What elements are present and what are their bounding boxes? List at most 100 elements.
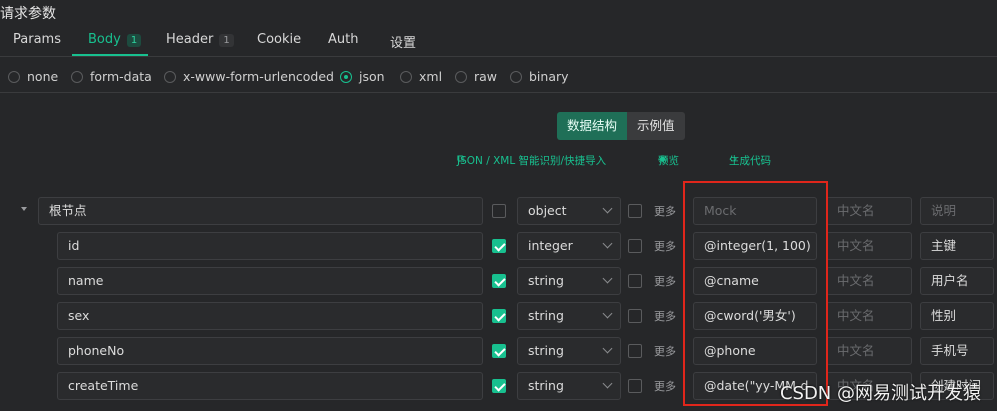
link-label: JSON / XML 智能识别/快捷导入 xyxy=(457,155,607,167)
schema-row: phoneNo string 更多 @phone 中文名 手机号 xyxy=(0,337,997,367)
nullable-checkbox[interactable] xyxy=(628,239,642,253)
mock-input[interactable]: @cname xyxy=(693,267,817,295)
count-badge: 1 xyxy=(126,34,142,47)
radio-label: none xyxy=(27,69,59,84)
nullable-checkbox[interactable] xyxy=(628,379,642,393)
mock-input[interactable]: @integer(1, 100) xyxy=(693,232,817,260)
link-label: 预览 xyxy=(658,155,679,167)
field-name-input[interactable]: createTime xyxy=(57,372,483,400)
nullable-checkbox[interactable] xyxy=(628,274,642,288)
type-value: string xyxy=(528,273,564,288)
cn-name-input[interactable]: 中文名 xyxy=(826,232,912,260)
watermark: CSDN @网易测试开发猿 xyxy=(779,383,981,404)
radio-icon xyxy=(71,70,83,83)
view-mode-switch: 数据结构 示例值 xyxy=(557,112,685,140)
radio-icon xyxy=(164,70,176,83)
more-button[interactable]: 更多 xyxy=(654,378,676,394)
type-select[interactable]: string xyxy=(517,302,621,330)
more-button[interactable]: 更多 xyxy=(654,238,676,254)
radio-label: binary xyxy=(529,69,569,84)
description-input[interactable]: 说明 xyxy=(920,197,994,225)
type-select[interactable]: object xyxy=(517,197,621,225)
radio-json[interactable]: json xyxy=(340,69,385,84)
radio-raw[interactable]: raw xyxy=(455,69,497,84)
radio-icon xyxy=(510,70,522,83)
radio-binary[interactable]: binary xyxy=(510,69,569,84)
count-badge: 1 xyxy=(219,34,234,47)
schema-row: name string 更多 @cname 中文名 用户名 xyxy=(0,267,997,297)
mock-input[interactable]: Mock xyxy=(693,197,817,225)
tab-label: Auth xyxy=(328,32,359,47)
tab-label: Params xyxy=(13,32,61,47)
active-tab-indicator xyxy=(72,54,148,56)
chevron-down-icon xyxy=(602,343,613,354)
type-select[interactable]: string xyxy=(517,372,621,400)
cn-name-input[interactable]: 中文名 xyxy=(826,302,912,330)
type-select[interactable]: string xyxy=(517,337,621,365)
field-name-input[interactable]: name xyxy=(57,267,483,295)
radio-form-data[interactable]: form-data xyxy=(71,69,152,84)
tab-label: Body xyxy=(88,32,121,47)
radio-x-www-form-urlencoded[interactable]: x-www-form-urlencoded xyxy=(164,69,334,84)
radio-icon xyxy=(8,70,20,83)
description-input[interactable]: 性别 xyxy=(920,302,994,330)
collapse-caret-icon[interactable] xyxy=(21,207,27,211)
mock-input[interactable]: @phone xyxy=(693,337,817,365)
cn-name-input[interactable]: 中文名 xyxy=(826,337,912,365)
body-type-radio-group: none form-data x-www-form-urlencoded jso… xyxy=(0,62,997,93)
tab-settings[interactable]: 设置 xyxy=(390,32,416,51)
chevron-down-icon xyxy=(602,238,613,249)
radio-label: raw xyxy=(474,69,498,84)
radio-icon xyxy=(400,70,412,83)
tab-cookie[interactable]: Cookie xyxy=(257,32,301,47)
schema-row: sex string 更多 @cword('男女') 中文名 性别 xyxy=(0,302,997,332)
required-checkbox[interactable] xyxy=(492,309,506,323)
required-checkbox[interactable] xyxy=(492,344,506,358)
required-checkbox[interactable] xyxy=(492,379,506,393)
cn-name-input[interactable]: 中文名 xyxy=(826,197,912,225)
link-label: 生成代码 xyxy=(729,155,771,167)
required-checkbox[interactable] xyxy=(492,204,506,218)
more-button[interactable]: 更多 xyxy=(654,308,676,324)
chevron-down-icon xyxy=(602,378,613,389)
required-checkbox[interactable] xyxy=(492,239,506,253)
tab-header[interactable]: Header 1 xyxy=(166,32,234,47)
structure-view-button[interactable]: 数据结构 xyxy=(557,112,628,140)
nullable-checkbox[interactable] xyxy=(628,344,642,358)
chevron-down-icon xyxy=(602,308,613,319)
field-name-input[interactable]: id xyxy=(57,232,483,260)
description-input[interactable]: 主键 xyxy=(920,232,994,260)
description-input[interactable]: 手机号 xyxy=(920,337,994,365)
tab-label: Cookie xyxy=(257,32,302,47)
radio-checked-icon xyxy=(340,70,352,83)
tab-auth[interactable]: Auth xyxy=(328,32,358,47)
cn-name-input[interactable]: 中文名 xyxy=(826,267,912,295)
description-input[interactable]: 用户名 xyxy=(920,267,994,295)
field-name-input[interactable]: sex xyxy=(57,302,483,330)
tab-params[interactable]: Params xyxy=(13,32,61,47)
more-button[interactable]: 更多 xyxy=(654,273,676,289)
page-title: 请求参数 xyxy=(0,6,56,22)
radio-none[interactable]: none xyxy=(8,69,58,84)
example-view-button[interactable]: 示例值 xyxy=(627,112,685,140)
field-name-input[interactable]: phoneNo xyxy=(57,337,483,365)
type-value: string xyxy=(528,378,564,393)
radio-xml[interactable]: xml xyxy=(400,69,442,84)
tab-body[interactable]: Body 1 xyxy=(88,32,142,47)
tab-label: Header xyxy=(166,32,214,47)
mock-input[interactable]: @cword('男女') xyxy=(693,302,817,330)
nullable-checkbox[interactable] xyxy=(628,204,642,218)
nullable-checkbox[interactable] xyxy=(628,309,642,323)
type-select[interactable]: string xyxy=(517,267,621,295)
chevron-down-icon xyxy=(602,273,613,284)
schema-row: id integer 更多 @integer(1, 100) 中文名 主键 xyxy=(0,232,997,262)
more-button[interactable]: 更多 xyxy=(654,203,676,219)
tab-bar: Params Body 1 Header 1 Cookie Auth 设置 xyxy=(0,26,997,57)
type-select[interactable]: integer xyxy=(517,232,621,260)
field-name-input[interactable]: 根节点 xyxy=(38,197,483,225)
schema-row-root: 根节点 object 更多 Mock 中文名 说明 xyxy=(0,197,997,227)
required-checkbox[interactable] xyxy=(492,274,506,288)
more-button[interactable]: 更多 xyxy=(654,343,676,359)
radio-label: xml xyxy=(419,69,443,84)
radio-label: form-data xyxy=(90,69,152,84)
